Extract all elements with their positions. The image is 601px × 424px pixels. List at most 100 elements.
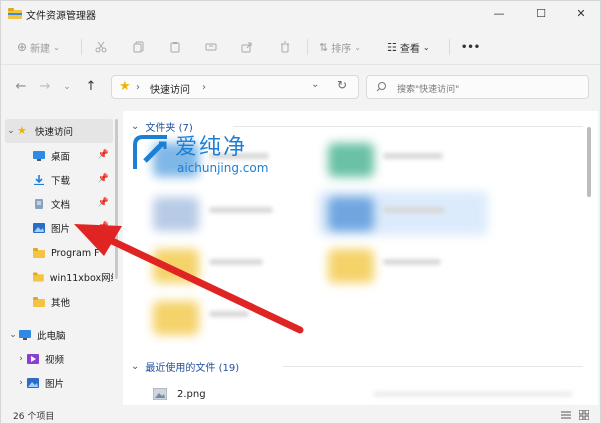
pin-icon[interactable]: 📌 — [98, 198, 109, 208]
chevron-down-icon: ⌄ — [53, 42, 60, 52]
recent-file-row[interactable]: 2.png — [153, 388, 206, 400]
breadcrumb[interactable]: 快速访问 — [150, 81, 190, 96]
divider — [283, 366, 583, 367]
folder-tile[interactable] — [328, 249, 374, 283]
divider — [307, 39, 308, 55]
new-button[interactable]: ⊕ 新建 ⌄ — [17, 39, 60, 55]
sidebar-item-desktop[interactable]: 桌面 📌 — [1, 144, 113, 168]
search-icon — [376, 82, 386, 92]
sidebar-item-this-pc[interactable]: ⌄ 此电脑 — [1, 323, 113, 347]
chevron-down-icon: ⌄ — [422, 42, 430, 52]
minimize-button[interactable]: — — [479, 3, 519, 25]
content-scrollbar[interactable] — [587, 127, 591, 197]
sidebar-item-downloads[interactable]: 下载 📌 — [1, 168, 113, 192]
title-bar: 文件资源管理器 — ☐ ✕ — [1, 1, 600, 29]
file-name: 2.png — [177, 388, 206, 400]
navigation-bar: ← → ⌄ ↑ ★ › 快速访问 › ⌄ ↻ 搜索"快速访问" — [1, 65, 600, 111]
forward-arrow-icon[interactable]: → — [37, 79, 53, 95]
pin-icon[interactable]: 📌 — [98, 222, 109, 232]
sidebar-item-pictures[interactable]: 图片 📌 — [1, 216, 113, 240]
view-button[interactable]: ☷ 查看 ⌄ — [387, 39, 430, 55]
chevron-right-icon[interactable]: › — [15, 354, 27, 364]
navigation-pane: ⌄ ★ 快速访问 桌面 📌 下载 📌 文档 📌 图片 📌 Program F w… — [1, 111, 121, 405]
sidebar-item-label: 文档 — [51, 200, 71, 211]
chevron-down-icon: ⌄ — [354, 42, 361, 52]
chevron-down-icon[interactable]: ⌄ — [7, 330, 19, 340]
copy-button[interactable] — [133, 39, 145, 55]
sort-icon: ⇅ — [319, 40, 329, 54]
watermark-logo-icon — [133, 135, 167, 169]
sidebar-item-videos[interactable]: › 视频 — [1, 347, 113, 371]
maximize-button[interactable]: ☐ — [521, 3, 561, 25]
folder-icon — [33, 248, 45, 258]
sidebar-item-win11xbox[interactable]: win11xbox网络 — [1, 265, 113, 289]
sidebar-item-pc-pictures[interactable]: › 图片 — [1, 371, 113, 395]
folder-label — [383, 153, 443, 159]
command-bar: ⊕ 新建 ⌄ ⇅ 排序 ⌄ ☷ 查看 ⌄ ••• — [1, 29, 600, 65]
video-icon — [27, 354, 39, 364]
recent-files-group-label: 最近使用的文件 (19) — [145, 363, 240, 374]
sidebar-item-program-files[interactable]: Program F — [1, 241, 113, 265]
back-arrow-icon[interactable]: ← — [13, 79, 29, 95]
up-arrow-icon[interactable]: ↑ — [83, 79, 99, 95]
folder-tile[interactable] — [153, 301, 199, 335]
more-options-button[interactable]: ••• — [461, 39, 480, 55]
sidebar-item-quick-access[interactable]: ⌄ ★ 快速访问 — [5, 119, 113, 143]
status-bar: 26 个项目 — [1, 405, 600, 423]
desktop-icon — [33, 151, 45, 161]
recent-chevron-icon[interactable]: ⌄ — [59, 79, 75, 95]
folder-label — [209, 259, 263, 265]
image-file-icon — [153, 388, 167, 400]
window-title: 文件资源管理器 — [26, 11, 96, 22]
sidebar-item-documents[interactable]: 文档 📌 — [1, 192, 113, 216]
pin-icon[interactable]: 📌 — [98, 174, 109, 184]
chevron-right-icon[interactable]: › — [15, 378, 27, 388]
delete-button[interactable] — [279, 39, 291, 55]
cut-button[interactable] — [95, 39, 107, 55]
recent-files-group-header[interactable]: ⌄ 最近使用的文件 (19) — [131, 359, 239, 374]
refresh-icon[interactable]: ↻ — [337, 78, 347, 92]
divider — [449, 39, 450, 55]
item-count: 26 个项目 — [13, 412, 55, 422]
folder-tile[interactable] — [153, 197, 199, 231]
sidebar-scrollbar[interactable] — [115, 119, 118, 279]
address-dropdown-icon[interactable]: ⌄ — [311, 79, 319, 90]
chevron-down-icon[interactable]: ⌄ — [5, 126, 17, 136]
search-box[interactable]: 搜索"快速访问" — [366, 75, 589, 99]
sidebar-item-label: 图片 — [45, 379, 65, 390]
chevron-down-icon[interactable]: ⌄ — [131, 361, 139, 372]
sidebar-item-label: 桌面 — [51, 152, 71, 163]
folder-label — [209, 207, 273, 213]
sidebar-item-label: 图片 — [51, 224, 71, 235]
share-icon — [241, 42, 252, 53]
folder-tile[interactable] — [328, 197, 374, 231]
sort-label: 排序 — [331, 43, 352, 55]
chevron-right-icon: › — [202, 82, 206, 93]
address-bar[interactable]: ★ › 快速访问 › — [111, 75, 359, 99]
rename-button[interactable] — [205, 39, 217, 55]
watermark-title: 爱纯净 — [175, 135, 248, 160]
sidebar-item-label: 下载 — [51, 176, 71, 187]
pictures-icon — [27, 378, 39, 388]
file-explorer-window: 文件资源管理器 — ☐ ✕ ⊕ 新建 ⌄ ⇅ 排序 ⌄ ☷ 查看 ⌄ ••• ←… — [0, 0, 601, 424]
pin-icon[interactable]: 📌 — [98, 150, 109, 160]
divider — [233, 126, 583, 127]
scissors-icon — [95, 41, 107, 53]
paste-button[interactable] — [169, 39, 181, 55]
new-label: 新建 — [30, 43, 51, 55]
trash-icon — [281, 41, 289, 53]
share-button[interactable] — [241, 39, 253, 55]
folder-tile[interactable] — [153, 249, 199, 283]
sort-button[interactable]: ⇅ 排序 ⌄ — [319, 39, 361, 55]
sidebar-item-label: 其他 — [51, 298, 71, 309]
computer-icon — [19, 330, 31, 340]
folder-tile[interactable] — [328, 143, 374, 177]
download-icon — [34, 175, 44, 185]
details-view-icon[interactable] — [561, 410, 571, 420]
watermark-url: aichunjing.com — [177, 161, 269, 175]
close-button[interactable]: ✕ — [561, 3, 600, 25]
watermark-logo: 爱纯净 aichunjing.com — [129, 129, 299, 185]
tiles-view-icon[interactable] — [579, 410, 589, 420]
sidebar-item-other[interactable]: 其他 — [1, 290, 113, 314]
search-input[interactable]: 搜索"快速访问" — [397, 82, 459, 95]
